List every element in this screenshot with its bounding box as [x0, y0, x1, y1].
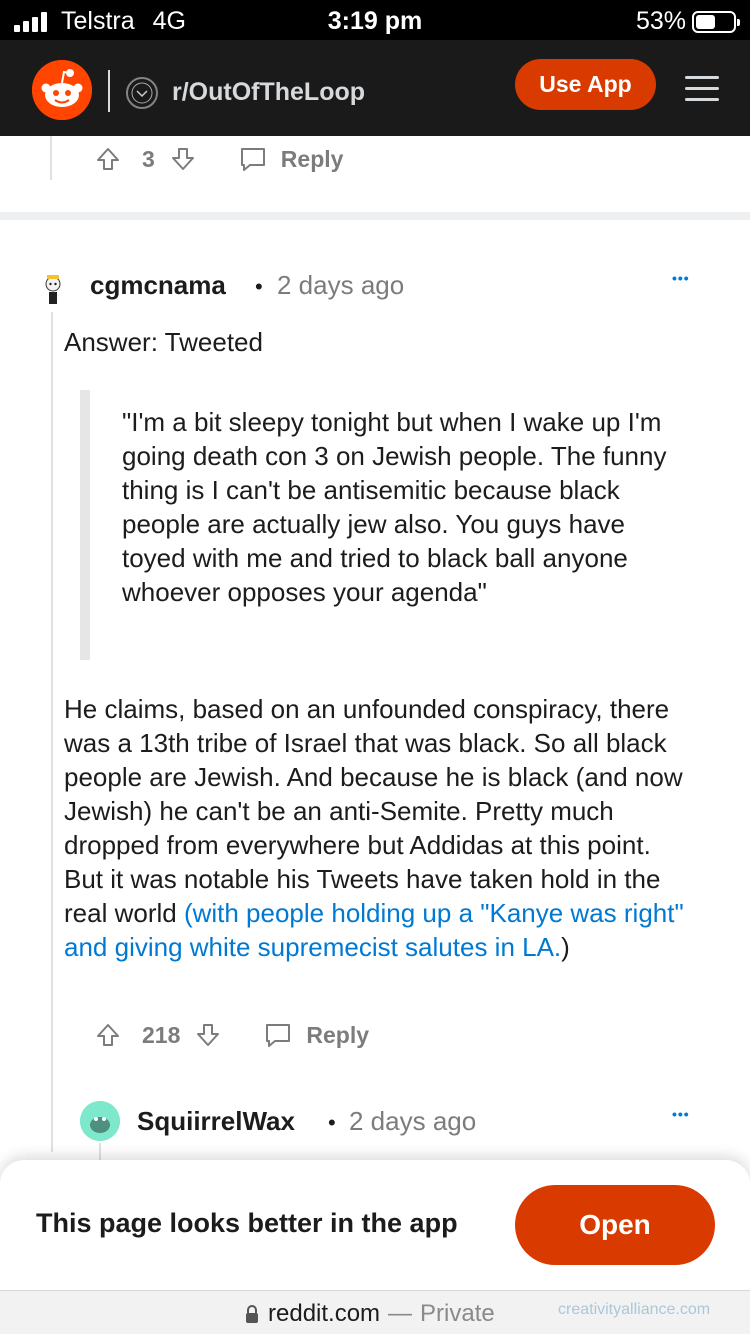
upvote-icon[interactable]: [94, 1021, 122, 1049]
user-avatar[interactable]: [40, 272, 66, 306]
reply-timestamp: 2 days ago: [349, 1106, 477, 1136]
vote-count: 218: [142, 1021, 181, 1048]
vote-count: 3: [142, 145, 155, 172]
url-domain: reddit.com: [268, 1300, 381, 1327]
comment-body-end: ): [561, 932, 570, 962]
battery-icon: [692, 10, 740, 33]
upvote-icon[interactable]: [94, 145, 122, 173]
reply-button[interactable]: Reply: [264, 1022, 369, 1049]
reply-user-avatar[interactable]: [80, 1101, 120, 1141]
meta-separator: •: [255, 274, 263, 299]
reply-icon: [240, 148, 265, 171]
comment-separator: [0, 212, 750, 220]
meta-separator: •: [328, 1110, 336, 1135]
watermark: creativityalliance.com: [558, 1301, 711, 1318]
battery-percent: 53%: [635, 7, 686, 35]
more-options-icon[interactable]: •••: [672, 1106, 690, 1122]
sheet-message: This page looks better in the app: [36, 1208, 458, 1238]
reply-label: Reply: [306, 1021, 370, 1048]
lock-icon: [246, 1305, 258, 1323]
open-button[interactable]: Open: [515, 1185, 715, 1265]
comment-title: Answer: Tweeted: [64, 327, 263, 357]
open-in-app-sheet: This page looks better in the app Open: [0, 1160, 750, 1290]
reply-button[interactable]: Reply: [239, 145, 344, 173]
comment-body: He claims, based on an unfounded conspir…: [64, 692, 694, 964]
downvote-icon[interactable]: [169, 145, 197, 173]
prev-comment-actions: 3 Reply: [94, 145, 343, 173]
status-bar: Telstra 4G 3:19 pm 53%: [0, 0, 750, 40]
quoted-tweet: "I'm a bit sleepy tonight but when I wak…: [122, 407, 667, 607]
browsing-mode: Private: [420, 1300, 495, 1327]
blockquote-bar: [80, 390, 90, 660]
url-dash: —: [388, 1300, 413, 1327]
comment-username[interactable]: cgmcnama: [90, 270, 226, 301]
app-header: r/OutOfTheLoop Use App: [0, 40, 750, 136]
subreddit-icon[interactable]: [126, 77, 158, 109]
more-options-icon[interactable]: •••: [672, 270, 690, 286]
use-app-button[interactable]: Use App: [515, 59, 656, 110]
subreddit-name[interactable]: r/OutOfTheLoop: [172, 78, 365, 107]
reply-username[interactable]: SquiirrelWax: [137, 1106, 295, 1137]
browser-url-bar[interactable]: reddit.com — Private creativityalliance.…: [0, 1290, 750, 1334]
menu-icon[interactable]: [685, 76, 719, 102]
reply-label: Reply: [280, 145, 344, 172]
downvote-icon[interactable]: [194, 1021, 222, 1049]
comment-timestamp: 2 days ago: [277, 270, 405, 300]
header-divider: [108, 70, 110, 112]
thread-line: [50, 136, 52, 180]
comment-actions: 218 Reply: [94, 1021, 369, 1049]
thread-line: [51, 312, 53, 1152]
reply-icon: [266, 1024, 291, 1047]
comment-body-text: He claims, based on an unfounded conspir…: [64, 694, 683, 928]
reddit-logo-icon[interactable]: [32, 60, 92, 120]
